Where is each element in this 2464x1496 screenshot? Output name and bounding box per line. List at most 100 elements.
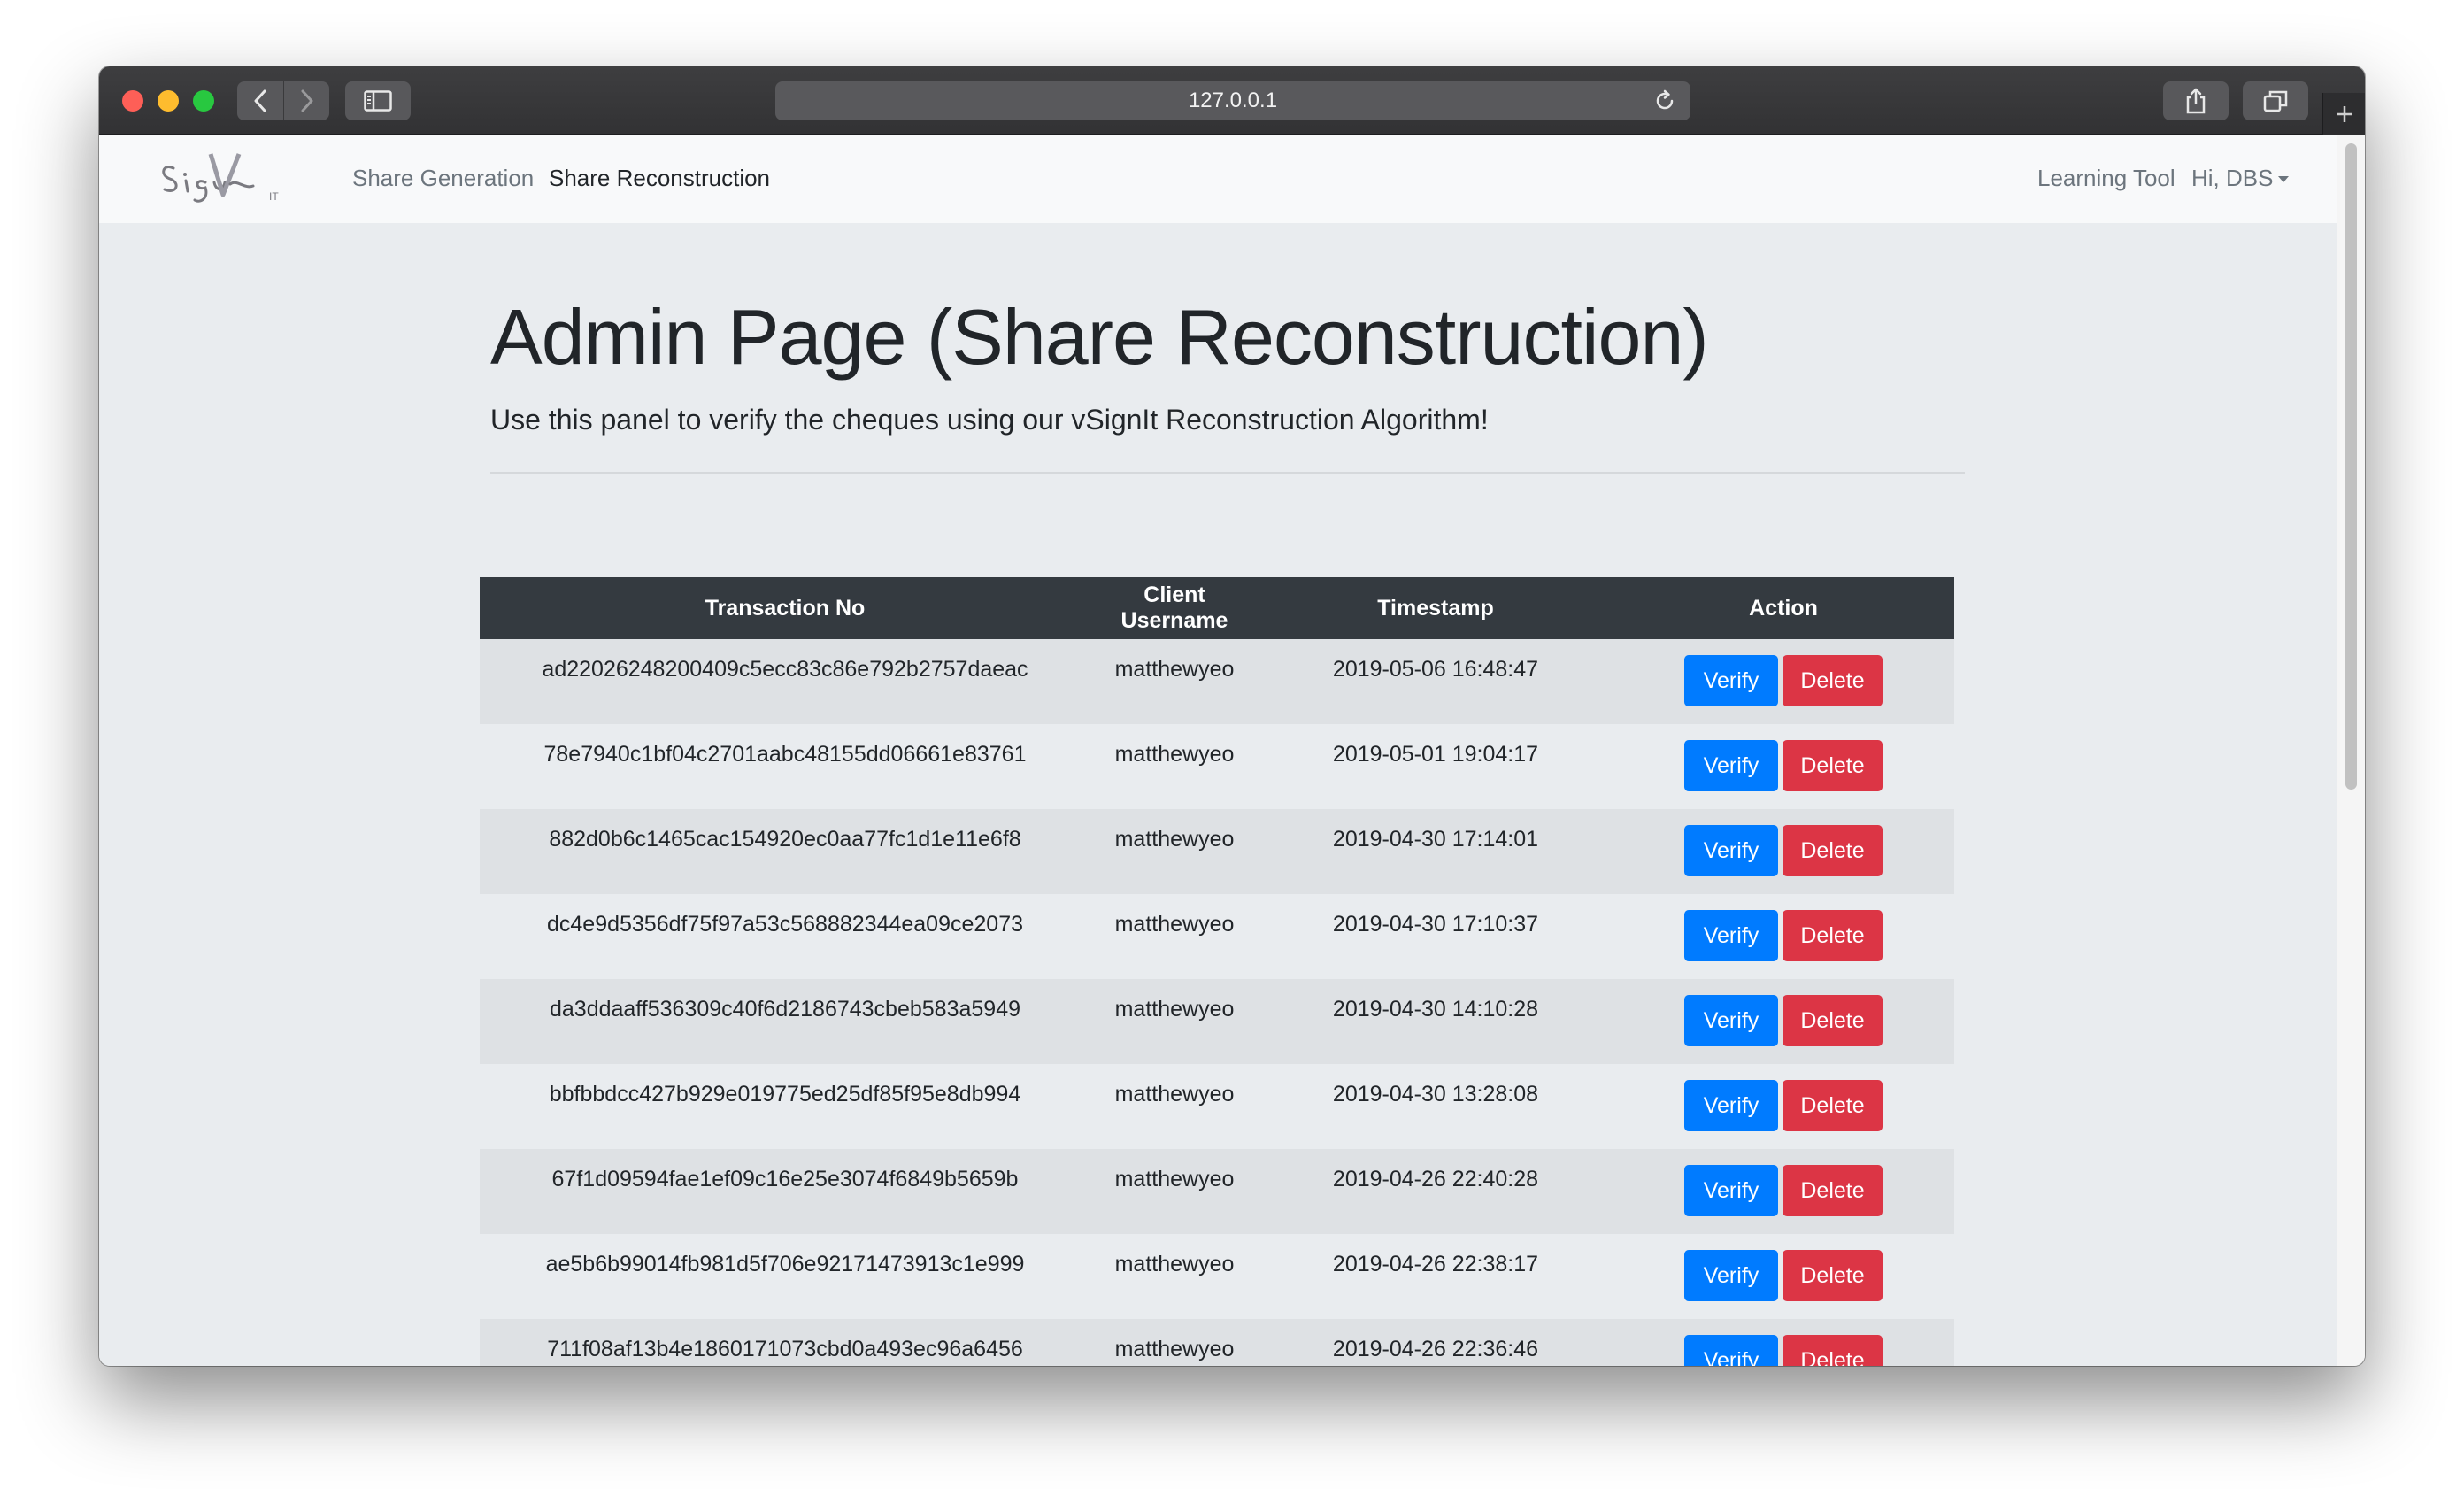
timestamp-cell: 2019-04-30 13:28:08	[1332, 1082, 1539, 1107]
table-row: 711f08af13b4e1860171073cbd0a493ec96a6456…	[480, 1319, 1954, 1366]
transaction-no-cell: bbfbbdcc427b929e019775ed25df85f95e8db994	[549, 1082, 1021, 1107]
reload-icon[interactable]	[1653, 89, 1676, 119]
delete-button[interactable]: Delete	[1783, 825, 1883, 876]
vertical-scrollbar[interactable]	[2337, 135, 2365, 1366]
timestamp-cell: 2019-04-26 22:38:17	[1332, 1252, 1539, 1276]
column-header-timestamp: Timestamp	[1377, 595, 1494, 621]
verify-button[interactable]: Verify	[1684, 1080, 1778, 1131]
chevron-right-icon	[301, 89, 312, 112]
show-tabs-button[interactable]	[2243, 81, 2308, 120]
timestamp-cell: 2019-05-01 19:04:17	[1332, 742, 1539, 767]
plus-icon	[2336, 105, 2352, 122]
client-username-cell: matthewyeo	[1114, 657, 1235, 682]
browser-titlebar: 127.0.0.1	[99, 66, 2365, 135]
action-cell: Verify Delete	[1613, 894, 1954, 979]
tabs-overview-icon	[2263, 90, 2288, 112]
column-header-action: Action	[1749, 595, 1818, 621]
transaction-no-cell: ae5b6b99014fb981d5f706e92171473913c1e999	[545, 1252, 1025, 1276]
address-text: 127.0.0.1	[1188, 89, 1278, 112]
action-cell: Verify Delete	[1613, 1064, 1954, 1149]
new-tab-button[interactable]	[2322, 93, 2365, 135]
timestamp-cell: 2019-04-30 14:10:28	[1332, 997, 1539, 1022]
delete-button[interactable]: Delete	[1783, 655, 1883, 706]
action-cell: Verify Delete	[1613, 979, 1954, 1064]
delete-button[interactable]: Delete	[1783, 910, 1883, 961]
delete-button[interactable]: Delete	[1783, 995, 1883, 1046]
delete-button[interactable]: Delete	[1783, 1250, 1883, 1301]
page-title: Admin Page (Share Reconstruction)	[490, 293, 1709, 381]
verify-button[interactable]: Verify	[1684, 995, 1778, 1046]
delete-button[interactable]: Delete	[1783, 1165, 1883, 1216]
timestamp-cell: 2019-04-30 17:14:01	[1332, 827, 1539, 852]
client-username-cell: matthewyeo	[1114, 997, 1235, 1022]
transaction-no-cell: dc4e9d5356df75f97a53c568882344ea09ce2073	[546, 912, 1024, 937]
site-navbar: IT Share Generation Share Reconstruction…	[99, 135, 2337, 223]
close-window-icon[interactable]	[122, 90, 143, 112]
column-header-transaction: Transaction No	[705, 595, 866, 621]
delete-button[interactable]: Delete	[1783, 1080, 1883, 1131]
table-body: ad22026248200409c5ecc83c86e792b2757daeac…	[480, 639, 1954, 1366]
table-header: Transaction No Client Username Timestamp…	[480, 577, 1954, 639]
table-row: da3ddaaff536309c40f6d2186743cbeb583a5949…	[480, 979, 1954, 1064]
nav-share-reconstruction[interactable]: Share Reconstruction	[549, 165, 770, 192]
transaction-no-cell: ad22026248200409c5ecc83c86e792b2757daeac	[542, 657, 1028, 682]
action-cell: Verify Delete	[1613, 724, 1954, 809]
zoom-window-icon[interactable]	[193, 90, 214, 112]
verify-button[interactable]: Verify	[1684, 1335, 1778, 1366]
verify-button[interactable]: Verify	[1684, 910, 1778, 961]
timestamp-cell: 2019-05-06 16:48:47	[1332, 657, 1539, 682]
table-row: dc4e9d5356df75f97a53c568882344ea09ce2073…	[480, 894, 1954, 979]
verify-button[interactable]: Verify	[1684, 655, 1778, 706]
history-nav	[237, 81, 329, 120]
action-cell: Verify Delete	[1613, 1319, 1954, 1366]
scrollbar-thumb[interactable]	[2345, 143, 2357, 790]
share-button[interactable]	[2163, 81, 2229, 120]
share-icon	[2186, 88, 2206, 114]
brand-logo[interactable]: IT	[156, 150, 285, 207]
client-username-cell: matthewyeo	[1114, 1082, 1235, 1107]
client-username-cell: matthewyeo	[1114, 1337, 1235, 1361]
back-button[interactable]	[237, 81, 283, 120]
delete-button[interactable]: Delete	[1783, 740, 1883, 791]
transaction-no-cell: 67f1d09594fae1ef09c16e25e3074f6849b5659b	[551, 1167, 1019, 1191]
action-cell: Verify Delete	[1613, 809, 1954, 894]
user-menu-label: Hi, DBS	[2191, 165, 2274, 191]
nav-learning-tool[interactable]: Learning Tool	[2037, 165, 2175, 192]
chevron-left-icon	[254, 89, 266, 112]
action-cell: Verify Delete	[1613, 1149, 1954, 1234]
timestamp-cell: 2019-04-26 22:40:28	[1332, 1167, 1539, 1191]
client-username-cell: matthewyeo	[1114, 1167, 1235, 1191]
table-row: bbfbbdcc427b929e019775ed25df85f95e8db994…	[480, 1064, 1954, 1149]
forward-button[interactable]	[283, 81, 329, 120]
verify-button[interactable]: Verify	[1684, 1165, 1778, 1216]
sidebar-toggle-button[interactable]	[345, 81, 411, 120]
page-lead: Use this panel to verify the cheques usi…	[490, 404, 1489, 436]
action-cell: Verify Delete	[1613, 1234, 1954, 1319]
divider	[490, 472, 1965, 474]
client-username-cell: matthewyeo	[1114, 912, 1235, 937]
page-content: IT Share Generation Share Reconstruction…	[99, 135, 2337, 1366]
timestamp-cell: 2019-04-26 22:36:46	[1332, 1337, 1539, 1361]
table-row: ad22026248200409c5ecc83c86e792b2757daeac…	[480, 639, 1954, 724]
verify-button[interactable]: Verify	[1684, 825, 1778, 876]
caret-down-icon	[2278, 176, 2290, 182]
transaction-no-cell: da3ddaaff536309c40f6d2186743cbeb583a5949	[549, 997, 1021, 1022]
minimize-window-icon[interactable]	[158, 90, 179, 112]
transactions-table: Transaction No Client Username Timestamp…	[480, 577, 1954, 1366]
delete-button[interactable]: Delete	[1783, 1335, 1883, 1366]
timestamp-cell: 2019-04-30 17:10:37	[1332, 912, 1539, 937]
address-bar[interactable]: 127.0.0.1	[775, 81, 1690, 120]
table-row: 67f1d09594fae1ef09c16e25e3074f6849b5659b…	[480, 1149, 1954, 1234]
user-menu-dropdown[interactable]: Hi, DBS	[2191, 165, 2290, 192]
client-username-cell: matthewyeo	[1114, 1252, 1235, 1276]
verify-button[interactable]: Verify	[1684, 1250, 1778, 1301]
svg-text:IT: IT	[269, 190, 279, 203]
nav-share-generation[interactable]: Share Generation	[352, 165, 534, 192]
transaction-no-cell: 711f08af13b4e1860171073cbd0a493ec96a6456	[547, 1337, 1023, 1361]
table-row: 78e7940c1bf04c2701aabc48155dd06661e83761…	[480, 724, 1954, 809]
verify-button[interactable]: Verify	[1684, 740, 1778, 791]
action-cell: Verify Delete	[1613, 639, 1954, 724]
table-row: ae5b6b99014fb981d5f706e92171473913c1e999…	[480, 1234, 1954, 1319]
client-username-cell: matthewyeo	[1114, 827, 1235, 852]
sidebar-icon	[364, 90, 392, 112]
